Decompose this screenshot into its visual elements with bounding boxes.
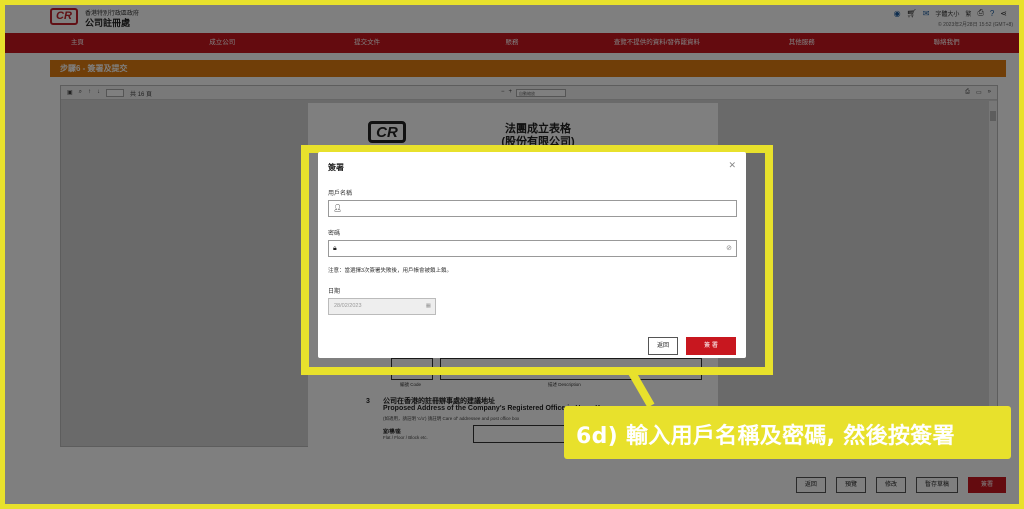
date-value: 28/02/2023 xyxy=(334,303,362,309)
calendar-icon: ▦ xyxy=(425,303,431,309)
app-frame: CR 香港特別行政區政府 公司註冊處 ◉ 🛒︎ ✉︎ 字體大小 繁 ⎙ ? ⋖ … xyxy=(5,5,1019,504)
password-label: 密碼 xyxy=(328,231,341,237)
username-label: 用戶名稱 xyxy=(328,191,353,197)
instruction-callout: 6d) 輸入用戶名稱及密碼, 然後按簽署 xyxy=(564,406,1011,459)
password-field[interactable]: 🔒︎ ⊘ xyxy=(328,240,737,257)
lock-warning-note: 注意：當選擇3次簽署失敗後，用戶帳會被鎖上鎖。 xyxy=(328,268,453,274)
sign-dialog: 簽署 ✕ 用戶名稱 👤︎ 密碼 🔒︎ ⊘ 注意：當選擇3次簽署失敗後，用戶帳會被… xyxy=(318,152,746,358)
dialog-sign-button[interactable]: 簽 署 xyxy=(686,337,736,355)
date-field: 28/02/2023 ▦ xyxy=(328,298,436,315)
dialog-back-button[interactable]: 返回 xyxy=(648,337,678,355)
instruction-text: 6d) 輸入用戶名稱及密碼, 然後按簽署 xyxy=(576,424,955,449)
username-field[interactable]: 👤︎ xyxy=(328,200,737,217)
date-label: 日期 xyxy=(328,289,341,295)
user-icon: 👤︎ xyxy=(333,204,342,212)
dialog-title: 簽署 xyxy=(328,163,344,172)
close-icon[interactable]: ✕ xyxy=(728,160,736,171)
lock-icon: 🔒︎ xyxy=(333,244,337,252)
show-password-icon[interactable]: ⊘ xyxy=(726,244,732,252)
